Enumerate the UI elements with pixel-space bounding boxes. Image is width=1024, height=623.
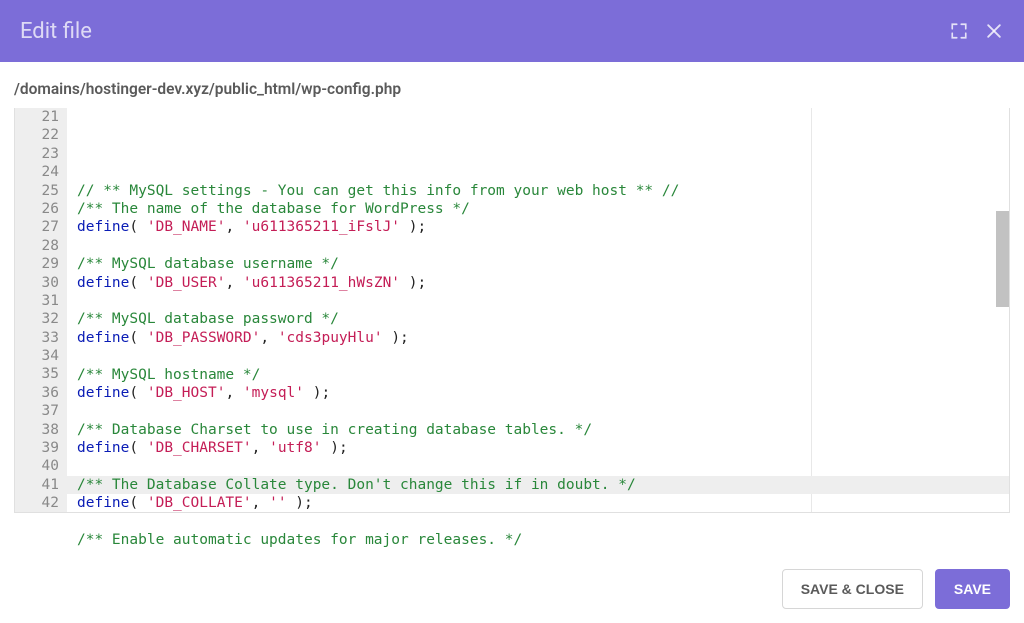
code-line[interactable]: /** MySQL database password */ [77,310,1009,328]
line-number: 27 [15,218,59,236]
file-path-bar: /domains/hostinger-dev.xyz/public_html/w… [0,62,1024,108]
line-number: 28 [15,237,59,255]
line-number: 37 [15,402,59,420]
line-number: 35 [15,365,59,383]
code-line[interactable]: define( 'DB_USER', 'u611365211_hWsZN' ); [77,274,1009,292]
code-line[interactable] [77,402,1009,420]
code-line[interactable]: define( 'DB_COLLATE', '' ); [77,494,1009,512]
code-line[interactable]: define( 'DB_PASSWORD', 'cds3puyHlu' ); [77,329,1009,347]
header-actions [950,21,1004,41]
line-number: 21 [15,108,59,126]
code-line[interactable] [77,292,1009,310]
line-gutter: 2122232425262728293031323334353637383940… [15,108,67,512]
close-icon[interactable] [984,21,1004,41]
code-line[interactable]: /** The Database Collate type. Don't cha… [77,476,1009,494]
line-number: 23 [15,145,59,163]
code-line[interactable]: /** MySQL hostname */ [77,366,1009,384]
fullscreen-icon[interactable] [950,22,968,40]
code-line[interactable]: /** Database Charset to use in creating … [77,421,1009,439]
line-number: 30 [15,274,59,292]
line-number: 31 [15,292,59,310]
code-line[interactable]: /** The name of the database for WordPre… [77,200,1009,218]
code-line[interactable] [77,513,1009,531]
line-number: 34 [15,347,59,365]
line-number: 32 [15,310,59,328]
line-number: 39 [15,439,59,457]
save-button[interactable]: SAVE [935,569,1010,609]
code-line[interactable]: /** Enable automatic updates for major r… [77,531,1009,549]
line-number: 29 [15,255,59,273]
file-path: /domains/hostinger-dev.xyz/public_html/w… [14,80,1010,98]
line-number: 24 [15,163,59,181]
line-number: 33 [15,329,59,347]
code-line[interactable]: define( 'DB_CHARSET', 'utf8' ); [77,439,1009,457]
line-number: 42 [15,494,59,512]
code-line[interactable]: // ** MySQL settings - You can get this … [77,182,1009,200]
code-line[interactable] [77,347,1009,365]
line-number: 36 [15,384,59,402]
line-number: 40 [15,457,59,475]
line-number: 38 [15,421,59,439]
dialog-header: Edit file [0,0,1024,62]
code-area[interactable]: // ** MySQL settings - You can get this … [67,108,1009,512]
code-line[interactable] [77,237,1009,255]
dialog-title: Edit file [20,19,92,44]
line-number: 26 [15,200,59,218]
code-line[interactable]: define('WP_AUTO_UPDATE_CORE', true); [77,549,1009,551]
code-line[interactable]: define( 'DB_NAME', 'u611365211_iFslJ' ); [77,218,1009,236]
code-line[interactable] [77,457,1009,475]
save-and-close-button[interactable]: SAVE & CLOSE [782,569,923,609]
code-line[interactable]: /** MySQL database username */ [77,255,1009,273]
line-number: 41 [15,476,59,494]
code-content[interactable]: // ** MySQL settings - You can get this … [77,182,1009,551]
line-number: 22 [15,126,59,144]
line-number: 25 [15,182,59,200]
footer: SAVE & CLOSE SAVE [0,551,1024,623]
code-editor[interactable]: 2122232425262728293031323334353637383940… [14,108,1010,513]
code-line[interactable]: define( 'DB_HOST', 'mysql' ); [77,384,1009,402]
editor-container: 2122232425262728293031323334353637383940… [0,108,1024,551]
